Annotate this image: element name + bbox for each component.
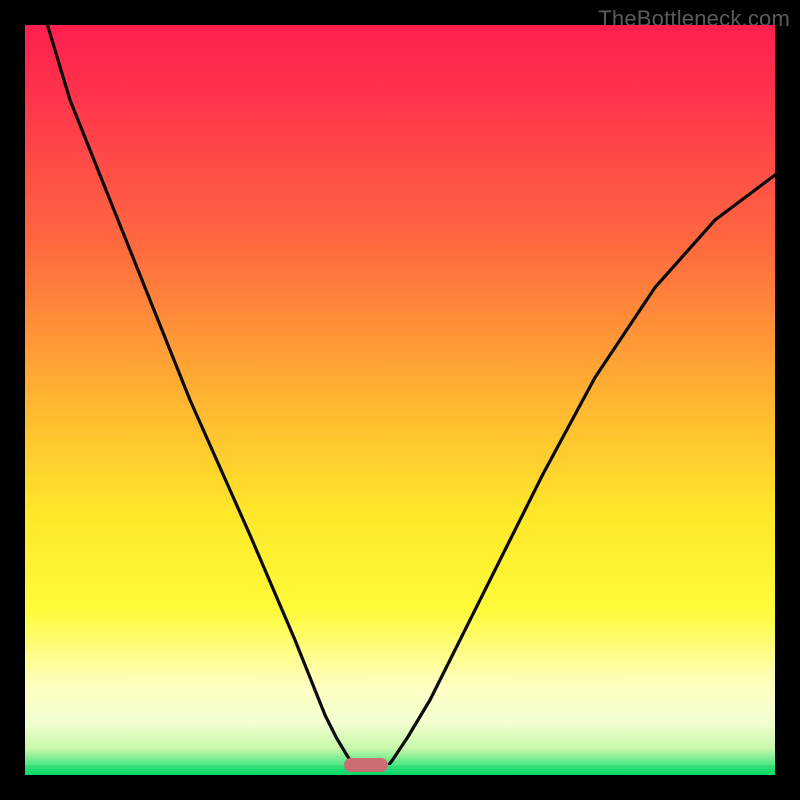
bottleneck-curve [25,25,775,775]
green-baseline [25,765,775,775]
plot-area [25,25,775,775]
canvas: TheBottleneck.com [0,0,800,800]
bottleneck-marker [344,758,388,772]
